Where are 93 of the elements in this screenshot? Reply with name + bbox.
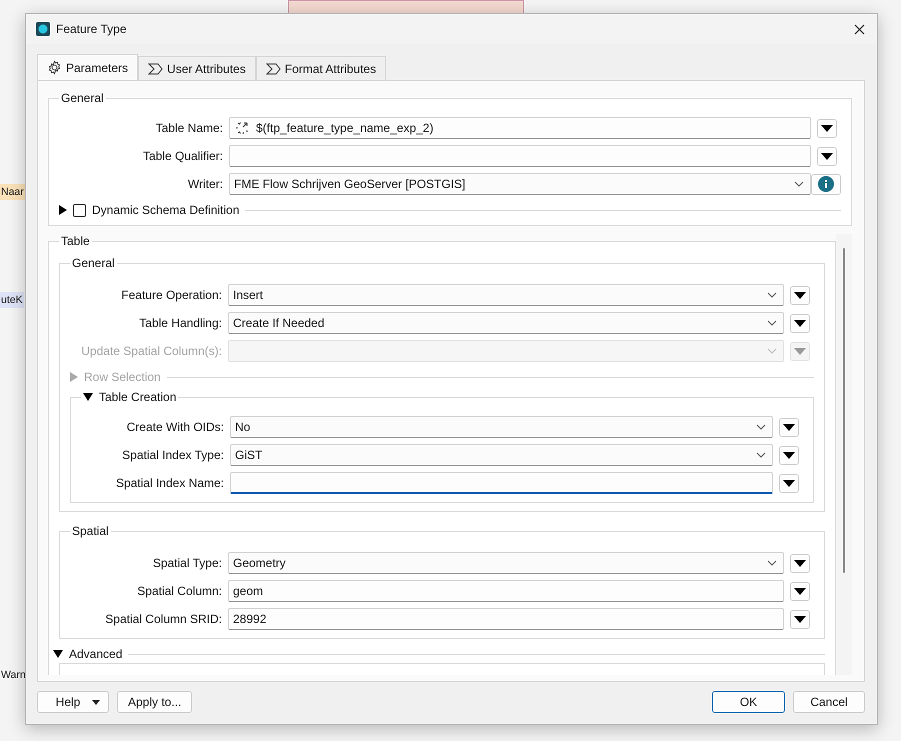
input-field[interactable]: 28992 (228, 608, 784, 630)
dropdown[interactable]: No (230, 416, 773, 438)
dialog-button[interactable]: Cancel (793, 691, 865, 713)
field-value: $(ftp_feature_type_name_exp_2) (256, 121, 434, 135)
sigma-icon (148, 62, 164, 74)
section-label: Table Creation (99, 390, 176, 404)
field-label: Spatial Type: (152, 556, 222, 570)
expression-icon (234, 120, 250, 136)
field-label: Writer: (186, 177, 223, 191)
options-button[interactable] (790, 314, 810, 332)
field-label: Spatial Column: (136, 584, 222, 598)
chevron-down-icon (756, 424, 766, 430)
options-button[interactable] (779, 418, 799, 436)
menu-button[interactable]: Help (37, 691, 109, 713)
writer-dropdown[interactable]: FME Flow Schrijven GeoServer [POSTGIS] (229, 173, 811, 195)
group-title: General (60, 91, 105, 105)
chevron-down-icon (767, 292, 777, 298)
input-field[interactable]: $(ftp_feature_type_name_exp_2) (229, 117, 811, 139)
dialog-button[interactable]: OK (712, 691, 785, 713)
log-tab[interactable]: Warn (0, 667, 27, 683)
field-label: Feature Operation: (120, 288, 222, 302)
triangle-down-icon (783, 452, 795, 458)
dropdown[interactable]: Create If Needed (228, 312, 784, 334)
field-value: FME Flow Schrijven GeoServer [POSTGIS] (234, 177, 466, 191)
close-icon[interactable] (854, 24, 865, 34)
triangle-down-icon (821, 124, 833, 132)
window-title: Feature Type (56, 22, 128, 36)
triangle-down-icon (794, 616, 806, 622)
node-label: Naar (0, 184, 25, 200)
field-value: geom (233, 584, 264, 598)
input-field[interactable] (229, 145, 811, 167)
options-button[interactable] (790, 610, 810, 628)
triangle-down-icon (821, 152, 833, 160)
tab[interactable]: Format Attributes (256, 56, 386, 80)
triangle-down-icon (783, 424, 795, 430)
expand-triangle-icon[interactable] (83, 392, 93, 402)
caret-icon (92, 700, 100, 704)
section-label: Row Selection (84, 370, 161, 384)
triangle-down-icon (794, 320, 806, 326)
options-button[interactable] (779, 474, 799, 492)
field-label: Table Handling: (138, 316, 222, 330)
field-label: Spatial Index Name: (114, 476, 224, 490)
gear-icon (47, 60, 62, 75)
field-label: Table Name: (154, 121, 223, 135)
scrollbar[interactable] (836, 234, 852, 675)
node-label: uteK (0, 292, 24, 308)
options-button[interactable] (817, 118, 837, 138)
field-label: Spatial Column SRID: (104, 612, 222, 626)
options-button[interactable] (817, 146, 837, 166)
chevron-down-icon (767, 348, 777, 354)
chevron-down-icon (767, 560, 777, 566)
field-value: Create If Needed (233, 316, 326, 330)
info-icon (818, 176, 834, 192)
field-label: Create With OIDs: (126, 420, 224, 434)
chevron-down-icon (794, 181, 804, 187)
options-button[interactable] (790, 582, 810, 600)
field-value: GiST (235, 448, 264, 462)
options-button[interactable] (790, 286, 810, 304)
app-icon (36, 22, 50, 36)
triangle-down-icon (783, 480, 795, 486)
sigma-icon (266, 62, 281, 74)
input-field[interactable]: geom (228, 580, 784, 602)
dropdown[interactable]: Geometry (228, 552, 784, 574)
field-value: Insert (233, 288, 264, 302)
dialog-button[interactable]: Apply to... (117, 691, 192, 713)
field-value: No (235, 420, 252, 434)
options-button[interactable] (790, 554, 810, 572)
triangle-down-icon (794, 560, 806, 566)
section-label: Dynamic Schema Definition (92, 203, 240, 217)
group-title: Spatial (71, 524, 110, 538)
field-value: 28992 (233, 612, 268, 626)
chevron-down-icon (756, 452, 766, 458)
input-field[interactable] (230, 472, 773, 494)
triangle-down-icon (794, 588, 806, 594)
triangle-down-icon (794, 348, 806, 354)
dropdown[interactable]: GiST (230, 444, 773, 466)
expand-triangle-icon[interactable] (53, 649, 63, 659)
tab[interactable]: User Attributes (138, 56, 256, 80)
checkbox[interactable] (73, 204, 86, 216)
field-value: Geometry (233, 556, 287, 570)
field-label: Table Qualifier: (142, 149, 223, 163)
field-label: Update Spatial Column(s): (80, 344, 222, 358)
field-label: Spatial Index Type: (121, 448, 224, 462)
info-button[interactable] (811, 174, 841, 194)
chevron-down-icon (767, 320, 777, 326)
expand-triangle-icon[interactable] (59, 205, 67, 215)
options-button[interactable] (779, 446, 799, 464)
triangle-down-icon (794, 292, 806, 298)
tab[interactable]: Parameters (37, 54, 138, 80)
dropdown[interactable]: Insert (228, 284, 784, 306)
group-title: General (71, 256, 116, 270)
group-title: Table (60, 234, 91, 248)
section-label: Advanced (69, 647, 122, 661)
